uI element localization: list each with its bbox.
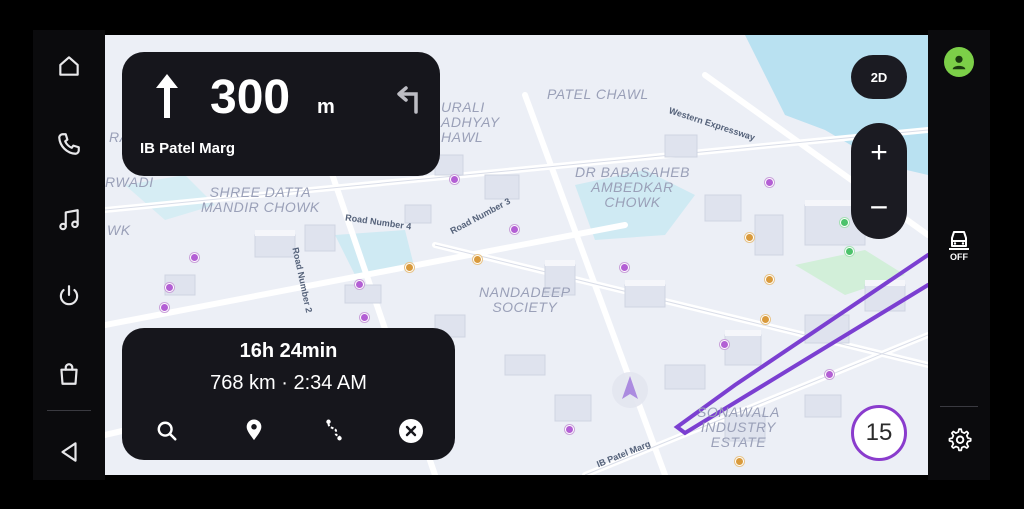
end-navigation-button[interactable]: [399, 419, 423, 443]
poi-marker[interactable]: [355, 280, 364, 289]
view-mode-button[interactable]: 2D: [851, 55, 907, 99]
poi-marker[interactable]: [765, 178, 774, 187]
search-button[interactable]: [156, 420, 182, 446]
trip-distance-eta: 768 km · 2:34 AM: [210, 372, 367, 394]
map-label-shree-datta: SHREE DATTA MANDIR CHOWK: [201, 184, 320, 215]
poi-marker[interactable]: [761, 315, 770, 324]
settings-button[interactable]: [928, 420, 990, 460]
traffic-toggle[interactable]: OFF: [928, 220, 990, 270]
trip-panel[interactable]: 16h 24min 768 km · 2:34 AM: [122, 328, 455, 460]
poi-marker[interactable]: [745, 233, 754, 242]
rail-divider: [47, 410, 91, 411]
poi-marker[interactable]: [565, 425, 574, 434]
route-button[interactable]: [323, 418, 349, 444]
poi-marker[interactable]: [360, 313, 369, 322]
poi-marker[interactable]: [160, 303, 169, 312]
poi-marker[interactable]: [510, 225, 519, 234]
volume-button[interactable]: [33, 422, 105, 482]
poi-marker[interactable]: [450, 175, 459, 184]
music-button[interactable]: [33, 190, 105, 250]
trip-duration: 16h 24min: [239, 340, 338, 362]
map-label-murali: URALI ADHYAY HAWL: [441, 99, 500, 145]
poi-marker[interactable]: [190, 253, 199, 262]
phone-icon: [58, 133, 80, 155]
traffic-status: OFF: [950, 252, 968, 262]
route-icon: [326, 419, 342, 441]
distance-unit: m: [317, 96, 335, 118]
poi-marker[interactable]: [405, 263, 414, 272]
back-icon: [61, 442, 77, 462]
poi-marker[interactable]: [845, 247, 854, 256]
poi-marker[interactable]: [620, 263, 629, 272]
distance-value: 300: [210, 71, 291, 124]
location-button[interactable]: [243, 418, 269, 444]
map-label-sonawala: SONAWALA INDUSTRY ESTATE: [697, 404, 780, 450]
poi-marker[interactable]: [825, 370, 834, 379]
close-icon: [405, 425, 417, 437]
rail-divider: [940, 406, 978, 407]
bag-icon: [60, 363, 78, 385]
avatar: [944, 47, 974, 77]
store-button[interactable]: [33, 344, 105, 404]
home-button[interactable]: [33, 36, 105, 96]
poi-marker[interactable]: [720, 340, 729, 349]
gear-icon: [948, 428, 972, 452]
arrow-up-icon: [156, 74, 178, 118]
search-icon: [157, 421, 177, 441]
map-label-ambedkar: DR BABASAHEB AMBEDKAR CHOWK: [575, 164, 690, 210]
poi-marker[interactable]: [765, 275, 774, 284]
map-label-wk: WK: [107, 222, 131, 238]
zoom-in-button[interactable]: +: [851, 128, 907, 178]
traffic-icon: [949, 231, 969, 250]
profile-button[interactable]: [928, 42, 990, 82]
head-unit-screen: SHREE DATTA MANDIR CHOWK PATEL CHAWL DR B…: [0, 0, 1024, 509]
poi-marker[interactable]: [473, 255, 482, 264]
street-name: IB Patel Marg: [140, 140, 236, 157]
map-label-patel-chawl: PATEL CHAWL: [547, 86, 649, 102]
home-icon: [59, 56, 79, 76]
poi-marker[interactable]: [165, 283, 174, 292]
map-label-nandadeep: NANDADEEP SOCIETY: [479, 284, 571, 315]
turn-left-icon: [397, 86, 418, 114]
maneuver-panel[interactable]: 300 m IB Patel Marg: [122, 52, 440, 176]
power-button[interactable]: [33, 266, 105, 326]
left-nav-rail: [33, 30, 105, 480]
poi-marker[interactable]: [735, 457, 744, 466]
vehicle-marker: [612, 372, 648, 408]
avatar-icon: [952, 55, 966, 70]
speed-limit-sign: 15: [851, 405, 907, 461]
power-icon: [59, 285, 79, 306]
poi-marker[interactable]: [840, 218, 849, 227]
music-icon: [59, 209, 79, 231]
map-label-wadi: RWADI: [105, 174, 154, 190]
right-rail: OFF: [928, 30, 990, 480]
location-pin-icon: [246, 419, 262, 441]
phone-button[interactable]: [33, 114, 105, 174]
